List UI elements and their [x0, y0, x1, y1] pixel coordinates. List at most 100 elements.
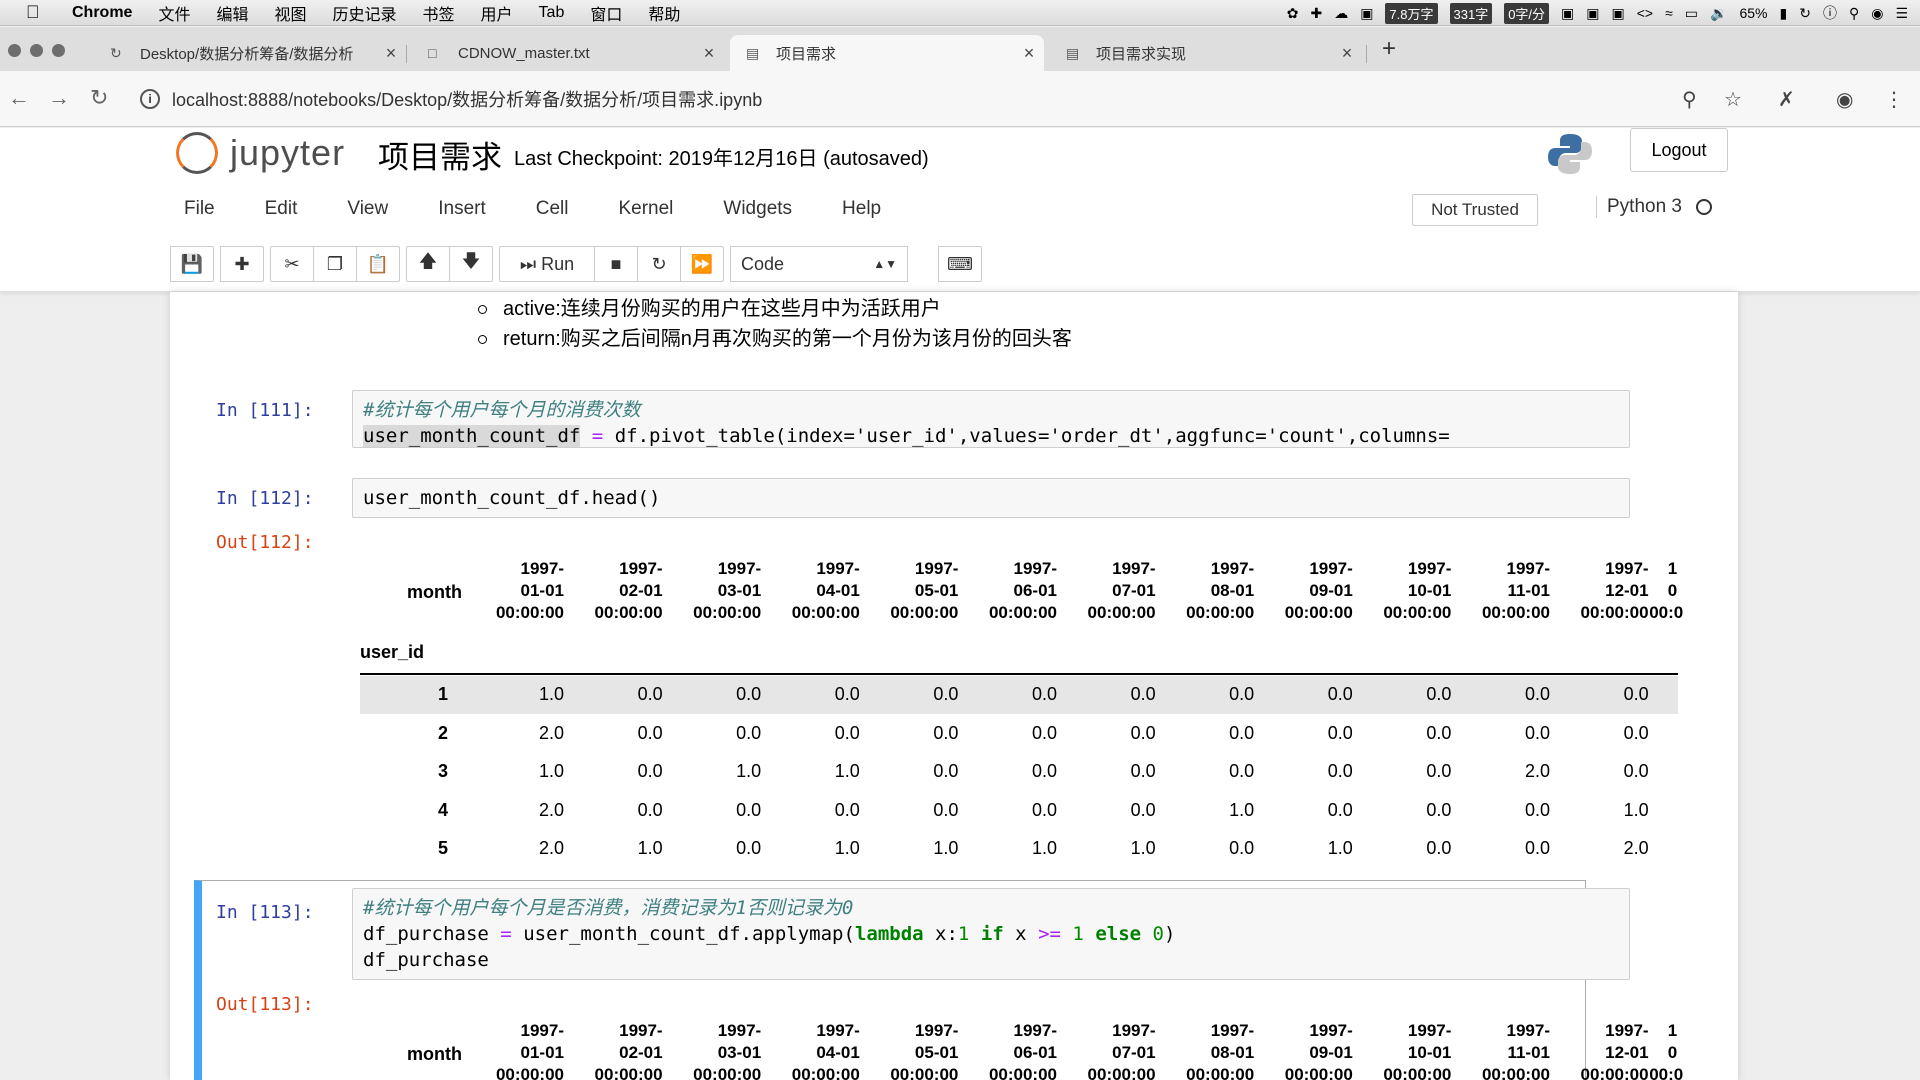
move-down-icon[interactable]: 🡇 [449, 246, 493, 282]
menu-app-name[interactable]: Chrome [72, 4, 132, 22]
column-header-line: 1997- [816, 1021, 860, 1040]
wifi-icon[interactable]: ≈ [1665, 5, 1673, 21]
paste-icon[interactable]: 📋 [356, 246, 400, 282]
tab-cdnow[interactable]: □ CDNOW_master.txt × [412, 35, 724, 71]
jupyter-logo[interactable]: jupyter [176, 132, 345, 174]
spotlight-search-icon[interactable]: ⚲ [1849, 5, 1859, 22]
not-trusted-button[interactable]: Not Trusted [1412, 194, 1538, 226]
interrupt-icon[interactable]: ■ [594, 246, 638, 282]
columns-name-label: month [407, 1044, 462, 1064]
bookmark-star-icon[interactable]: ☆ [1724, 87, 1742, 112]
notebook-icon: ▤ [1066, 44, 1080, 61]
tab-desktop[interactable]: ↻ Desktop/数据分析筹备/数据分析 × [94, 35, 406, 71]
table-cell: 0.0 [933, 722, 959, 743]
url-text[interactable]: localhost:8888/notebooks/Desktop/数据分析筹备/… [172, 86, 762, 112]
menu-file[interactable]: File [184, 198, 215, 220]
menu-edit[interactable]: 编辑 [216, 1, 248, 25]
code-cell-input[interactable]: #统计每个用户每个月的消费次数 user_month_count_df = df… [352, 390, 1630, 448]
user-icon[interactable]: ◉ [1871, 5, 1883, 22]
menu-cell[interactable]: Cell [536, 198, 569, 220]
volume-icon[interactable]: 🔉 [1710, 5, 1727, 22]
table-cell: 0.0 [736, 722, 762, 743]
forward-icon[interactable]: → [48, 85, 70, 111]
pinwheel-icon[interactable]: ✿ [1287, 5, 1299, 22]
battery-icon[interactable]: ▮ [1780, 5, 1788, 22]
airplay-icon[interactable]: ▭ [1685, 5, 1698, 22]
cell-type-value: Code [741, 253, 785, 274]
markdown-bullet-active: active:连续月份购买的用户在这些月中为活跃用户 [478, 292, 941, 321]
menu-file[interactable]: 文件 [158, 1, 190, 25]
menu-window[interactable]: 窗口 [590, 1, 622, 25]
profile-icon[interactable]: ◉ [1836, 87, 1853, 112]
column-header: 1997- 04-01 00:00:00 [762, 1020, 860, 1080]
copy-icon[interactable]: ❐ [313, 246, 357, 282]
sync-icon[interactable]: ↻ [1799, 5, 1811, 22]
code-cell-input[interactable]: #统计每个用户每个月是否消费，消费记录为1否则记录为0 df_purchase … [352, 888, 1630, 980]
column-header-line: 00:00:00 [791, 603, 860, 622]
extension-icon[interactable]: ✗ [1778, 87, 1795, 112]
menu-kernel[interactable]: Kernel [618, 198, 673, 220]
tab-close-icon[interactable]: × [694, 43, 724, 64]
cloud-icon[interactable]: ☁ [1334, 5, 1348, 22]
more-menu-icon[interactable]: ⋮ [1884, 87, 1904, 112]
notebook-name[interactable]: 项目需求 [378, 132, 502, 177]
column-header: 1 0 00:0 [1649, 1020, 1683, 1080]
column-header: 1997- 06-01 00:00:00 [959, 1020, 1057, 1080]
apple-icon[interactable]:  [26, 2, 50, 23]
menu-view[interactable]: 视图 [274, 1, 306, 25]
back-icon[interactable]: ← [8, 85, 30, 111]
reload-icon[interactable]: ↻ [90, 85, 108, 111]
tab-close-icon[interactable]: × [1332, 43, 1362, 64]
menu-history[interactable]: 历史记录 [333, 1, 397, 25]
keyboard-icon[interactable]: ⌨ [938, 246, 982, 282]
run-button[interactable]: ⏭ Run [499, 246, 595, 282]
tab-project-requirements[interactable]: ▤ 项目需求 × [730, 35, 1044, 71]
app-icon-b[interactable]: ▣ [1586, 5, 1599, 22]
table-cell: 0.0 [1229, 684, 1255, 704]
menu-view[interactable]: View [347, 198, 388, 220]
plus-icon[interactable]: ✚ [1310, 5, 1322, 22]
save-icon[interactable]: 💾 [170, 246, 214, 282]
battery-percent[interactable]: 65% [1739, 5, 1767, 21]
menu-bookmarks[interactable]: 书签 [423, 1, 455, 25]
tab-project-implementation[interactable]: ▤ 项目需求实现 × [1050, 35, 1362, 71]
notification-list-icon[interactable]: ☰ [1895, 5, 1908, 22]
code-icon[interactable]: <> [1637, 5, 1653, 21]
input-prompt: In [111]: [216, 400, 314, 421]
code-cell-input[interactable]: user_month_count_df.head() [352, 478, 1630, 518]
cut-icon[interactable]: ✂ [270, 246, 314, 282]
menu-tab[interactable]: Tab [539, 4, 565, 22]
address-bar[interactable]: i localhost:8888/notebooks/Desktop/数据分析筹… [140, 81, 1680, 117]
info-icon[interactable]: ⓘ [1823, 3, 1837, 23]
tab-close-icon[interactable]: × [1014, 43, 1044, 64]
cell-type-select[interactable]: Code ▲▼ [730, 246, 908, 282]
updown-arrow-icon: ▲▼ [873, 257, 897, 271]
screen-icon[interactable]: ▣ [1360, 5, 1373, 22]
menu-edit[interactable]: Edit [265, 198, 298, 220]
table-cell: 0.0 [834, 799, 860, 820]
window-close-button[interactable] [8, 44, 21, 57]
column-header-line: 1997- [717, 559, 762, 578]
fast-forward-icon[interactable]: ⏩ [680, 246, 724, 282]
restart-icon[interactable]: ↻ [637, 246, 681, 282]
column-header-line: 00:00:00 [693, 1065, 762, 1080]
menu-help[interactable]: Help [842, 198, 881, 220]
table-cell: 0.0 [1623, 722, 1649, 743]
table-cell: 0.0 [1229, 722, 1255, 743]
zoom-icon[interactable]: ⚲ [1682, 87, 1697, 112]
menu-user[interactable]: 用户 [481, 1, 513, 25]
site-info-icon[interactable]: i [140, 89, 160, 109]
app-icon-c[interactable]: ▣ [1612, 5, 1625, 22]
menu-widgets[interactable]: Widgets [723, 198, 792, 220]
new-tab-button[interactable]: + [1382, 35, 1396, 63]
logout-button[interactable]: Logout [1630, 128, 1728, 172]
run-icon: ⏭ [519, 253, 542, 274]
move-up-icon[interactable]: 🡅 [406, 246, 450, 282]
window-zoom-button[interactable] [52, 44, 65, 57]
insert-cell-icon[interactable]: ✚ [220, 246, 264, 282]
window-minimize-button[interactable] [30, 44, 43, 57]
menu-insert[interactable]: Insert [438, 198, 486, 220]
menu-help[interactable]: 帮助 [648, 1, 680, 25]
app-icon-a[interactable]: ▣ [1561, 5, 1574, 22]
tab-close-icon[interactable]: × [376, 43, 406, 64]
